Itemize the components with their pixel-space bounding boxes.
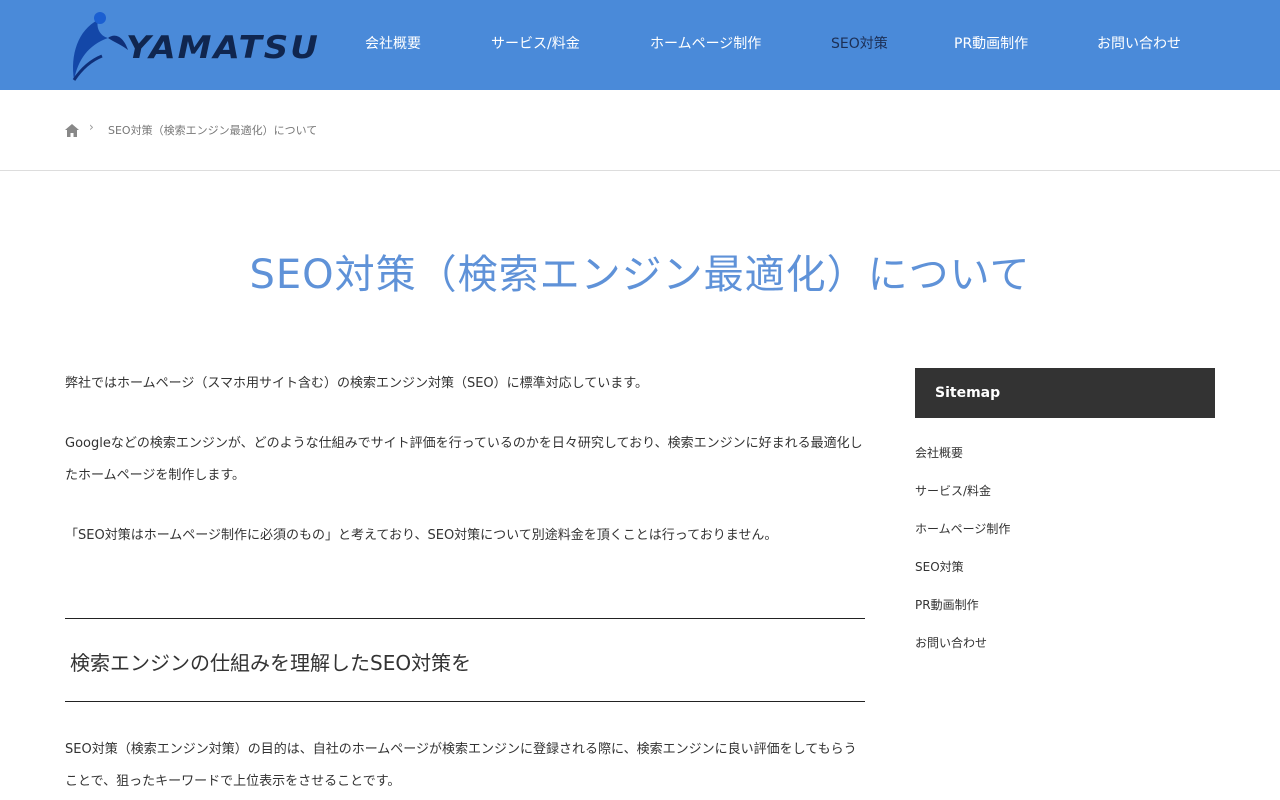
- breadcrumb-separator: ›: [89, 120, 94, 134]
- sitemap-link-seo[interactable]: SEO対策: [915, 558, 964, 575]
- research-paragraph: Googleなどの検索エンジンが、どのような仕組みでサイト評価を行っているのかを…: [65, 436, 863, 483]
- nav-item-services[interactable]: サービス/料金: [491, 34, 580, 54]
- sitemap-link-services[interactable]: サービス/料金: [915, 482, 991, 499]
- section-heading-block: 検索エンジンの仕組みを理解したSEO対策を: [65, 618, 865, 702]
- breadcrumb: › SEO対策（検索エンジン最適化）について: [0, 90, 1280, 171]
- sidebar-title: Sitemap: [915, 368, 1215, 418]
- intro-paragraph: 弊社ではホームページ（スマホ用サイト含む）の検索エンジン対策（SEO）に標準対応…: [65, 376, 648, 391]
- sitemap-link-contact[interactable]: お問い合わせ: [915, 634, 987, 651]
- breadcrumb-current: SEO対策（検索エンジン最適化）について: [108, 124, 318, 137]
- nav-item-web-production[interactable]: ホームページ制作: [650, 34, 761, 54]
- sitemap-link-web-production[interactable]: ホームページ制作: [915, 520, 1010, 537]
- site-header: YAMATSU 会社概要 サービス/料金 ホームページ制作 SEO対策 PR動画…: [0, 0, 1280, 90]
- nav-item-seo[interactable]: SEO対策: [831, 34, 888, 54]
- seo-purpose-paragraph: SEO対策（検索エンジン対策）の目的は、自社のホームページが検索エンジンに登録さ…: [65, 742, 857, 789]
- sidebar: Sitemap 会社概要 サービス/料金 ホームページ制作 SEO対策 PR動画…: [915, 368, 1215, 650]
- nav-item-pr-video[interactable]: PR動画制作: [954, 34, 1028, 54]
- nav-item-contact[interactable]: お問い合わせ: [1097, 34, 1181, 54]
- section-heading: 検索エンジンの仕組みを理解したSEO対策を: [70, 651, 472, 675]
- sitemap-link-pr-video[interactable]: PR動画制作: [915, 596, 979, 613]
- main-nav: 会社概要 サービス/料金 ホームページ制作 SEO対策 PR動画制作 お問い合わ…: [0, 0, 1280, 90]
- nav-item-company[interactable]: 会社概要: [365, 34, 421, 54]
- sitemap-link-company[interactable]: 会社概要: [915, 444, 963, 461]
- home-icon[interactable]: [65, 122, 79, 137]
- pricing-paragraph: 「SEO対策はホームページ制作に必須のもの」と考えており、SEO対策について別途…: [65, 528, 778, 543]
- page-title: SEO対策（検索エンジン最適化）について: [249, 252, 1031, 298]
